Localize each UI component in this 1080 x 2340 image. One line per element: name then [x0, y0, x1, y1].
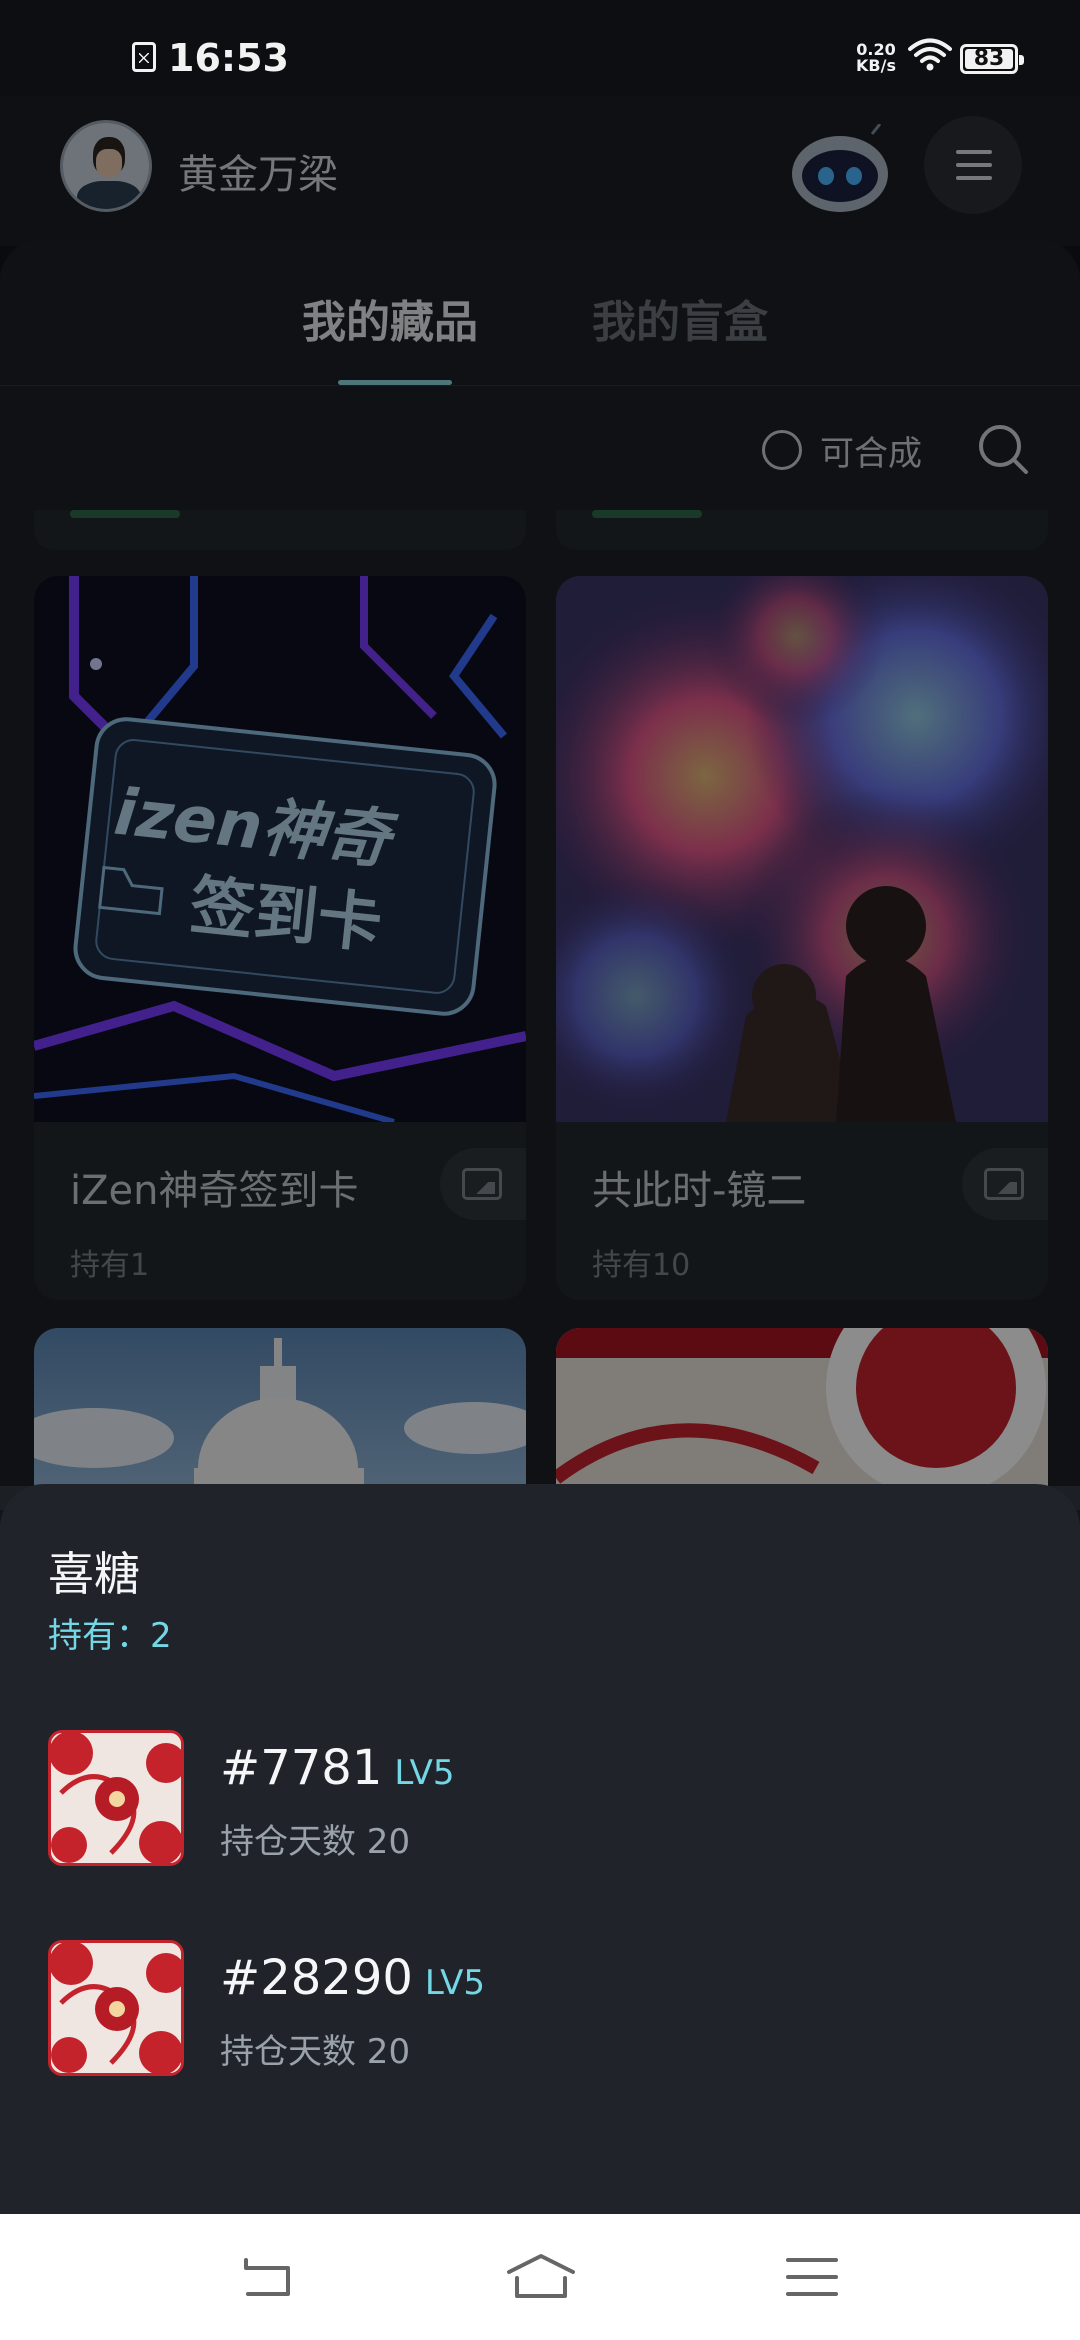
item-detail-sheet: 喜糖 持有：2 #7781 LV5 持仓天数 20 #28290 LV5 持仓天… [0, 1484, 1080, 2214]
collection-card[interactable]: izen神奇 签到卡 iZen神奇签到卡 持有1 [34, 576, 526, 1300]
item-level: LV5 [394, 1753, 455, 1793]
list-item[interactable]: #7781 LV5 持仓天数 20 [48, 1730, 1008, 1870]
card-image [34, 1338, 526, 1510]
item-hold-days: 持仓天数 20 [220, 2032, 411, 2072]
card-image: izen神奇 签到卡 [34, 576, 526, 1122]
sheet-owned-count: 持有：2 [48, 1616, 172, 1656]
collection-tabs: 我的藏品 我的盲盒 [0, 240, 1080, 386]
collection-card-partial[interactable] [34, 1328, 526, 1510]
list-item[interactable]: #28290 LV5 持仓天数 20 [48, 1940, 1008, 2080]
card-stub [556, 510, 1048, 550]
composable-radio[interactable] [762, 430, 802, 470]
item-number-text: #28290 [220, 1950, 413, 2006]
wifi-icon [908, 38, 952, 71]
collection-grid: izen神奇 签到卡 iZen神奇签到卡 持有1 共此时-镜二 持有10 [0, 510, 1080, 1510]
composable-label[interactable]: 可合成 [820, 426, 922, 475]
app-screen: 16:53 0.20 KB/s 83 黄金万梁 我的藏品 我的盲盒 可合成 iz… [0, 0, 1080, 2340]
item-number: #7781 LV5 [220, 1740, 454, 1796]
image-icon [462, 1168, 502, 1200]
collection-card[interactable]: 共此时-镜二 持有10 [556, 576, 1048, 1300]
filter-bar: 可合成 [0, 386, 1080, 510]
tab-my-collection[interactable]: 我的藏品 [302, 286, 478, 350]
system-nav-bar [0, 2214, 1080, 2340]
card-hold-count: 持有1 [70, 1248, 150, 1283]
active-tab-indicator [338, 380, 452, 385]
username: 黄金万梁 [178, 152, 338, 198]
avatar[interactable] [60, 120, 152, 212]
network-speed-unit: KB/s [856, 56, 896, 75]
menu-button[interactable] [924, 116, 1022, 214]
network-speed: 0.20 KB/s [856, 42, 896, 74]
home-icon[interactable] [505, 2252, 577, 2302]
card-hold-count: 持有10 [592, 1248, 691, 1283]
recents-icon[interactable] [784, 2254, 840, 2300]
card-image [556, 1328, 1048, 1498]
back-icon[interactable] [240, 2254, 296, 2300]
card-stub [34, 510, 526, 550]
image-view-button[interactable] [440, 1148, 526, 1220]
item-number-text: #7781 [220, 1740, 383, 1796]
item-thumbnail [48, 1730, 184, 1866]
robot-assistant-icon[interactable] [790, 124, 890, 214]
image-icon [984, 1168, 1024, 1200]
status-bar: 16:53 0.20 KB/s 83 [0, 0, 1080, 96]
tab-my-blind-box[interactable]: 我的盲盒 [592, 286, 768, 350]
collection-card-partial[interactable] [556, 1328, 1048, 1510]
card-image [556, 576, 1048, 1122]
battery-level: 83 [973, 46, 1005, 71]
item-thumbnail [48, 1940, 184, 2076]
item-hold-days: 持仓天数 20 [220, 1822, 411, 1862]
card-title: 共此时-镜二 [592, 1168, 807, 1214]
sheet-title: 喜糖 [48, 1547, 140, 1601]
battery-icon: 83 [960, 44, 1024, 74]
card-title: iZen神奇签到卡 [70, 1168, 359, 1214]
sim-icon [132, 42, 156, 72]
top-header: 黄金万梁 [0, 96, 1080, 246]
status-time: 16:53 [168, 36, 289, 80]
item-number: #28290 LV5 [220, 1950, 485, 2006]
search-icon[interactable] [976, 422, 1030, 476]
item-level: LV5 [424, 1963, 486, 2003]
image-view-button[interactable] [962, 1148, 1048, 1220]
